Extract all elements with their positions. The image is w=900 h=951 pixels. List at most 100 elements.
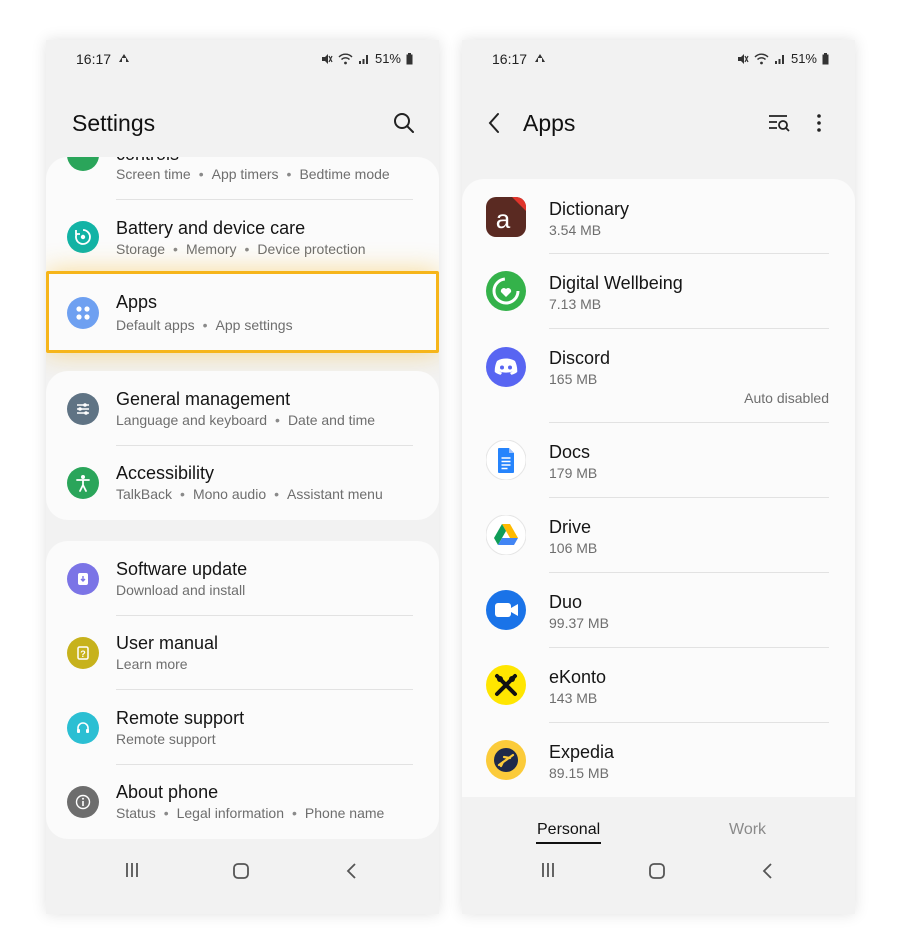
battery-percent: 51% (790, 51, 817, 66)
duo-icon (486, 590, 526, 630)
settings-item-remote-support[interactable]: Remote support Remote support (46, 690, 439, 765)
settings-item-subtitle: Screen time • App timers • Bedtime mode (116, 166, 390, 182)
app-row-ekonto[interactable]: eKonto 143 MB (462, 648, 855, 723)
tab-personal[interactable]: Personal (537, 821, 600, 839)
software-update-icon (67, 563, 99, 595)
svg-text:?: ? (80, 649, 86, 659)
status-time: 16:17 (76, 51, 112, 67)
battery-percent: 51% (374, 51, 401, 66)
settings-item-subtitle: Language and keyboard • Date and time (116, 412, 376, 428)
notification-icon (119, 54, 129, 62)
headset-icon (67, 712, 99, 744)
settings-item-subtitle: Default apps • App settings (116, 317, 293, 333)
apps-icon (67, 297, 99, 329)
settings-item-subtitle: Status • Legal information • Phone name (116, 805, 385, 821)
wifi-icon (338, 53, 353, 64)
app-size: 106 MB (549, 540, 598, 556)
settings-card-2: General management Language and keyboard… (46, 371, 439, 520)
navigation-bar (46, 840, 439, 914)
expedia-icon (486, 740, 526, 780)
settings-item-label: Software update (116, 559, 248, 579)
settings-item-subtitle: Remote support (116, 731, 216, 747)
battery-care-icon (67, 221, 99, 253)
app-status-note: Auto disabled (744, 390, 829, 406)
user-manual-icon: ? (67, 637, 99, 669)
app-name: Discord (549, 348, 611, 368)
settings-item-label: Remote support (116, 708, 245, 728)
home-icon[interactable] (232, 862, 250, 880)
signal-icon (358, 54, 368, 64)
settings-item-battery[interactable]: Battery and device care Storage • Memory • D… (46, 200, 439, 275)
settings-item-subtitle: TalkBack • Mono audio • Assistant menu (116, 486, 383, 502)
status-time: 16:17 (492, 51, 528, 67)
settings-item-label: General management (116, 389, 291, 409)
navigation-bar (462, 840, 855, 914)
app-size: 7.13 MB (549, 296, 602, 312)
page-title: Apps (523, 110, 576, 136)
app-row-duo[interactable]: Duo 99.37 MB (462, 573, 855, 648)
info-icon (67, 786, 99, 818)
app-name: Drive (549, 517, 592, 537)
docs-icon (486, 440, 526, 480)
settings-item-controls[interactable]: controls Screen time•App timers•Bedtime … (46, 157, 439, 200)
app-name: Docs (549, 442, 591, 462)
settings-item-user-manual[interactable]: ? User manual Learn more (46, 616, 439, 690)
apps-screen: 16:17 51% Apps a Dictionary 3.54 MB Digi… (462, 40, 855, 914)
settings-item-accessibility[interactable]: Accessibility TalkBack • Mono audio • Assist… (46, 446, 439, 520)
discord-icon (486, 347, 526, 387)
settings-item-label: User manual (116, 633, 219, 653)
filter-search-icon[interactable] (767, 113, 791, 133)
app-size: 143 MB (549, 690, 598, 706)
dictionary-icon: a (486, 197, 526, 237)
mute-icon (737, 53, 749, 64)
status-bar: 16:17 51% (462, 40, 855, 78)
settings-item-about-phone[interactable]: About phone Status • Legal information • Pho… (46, 765, 439, 839)
more-options-icon[interactable] (815, 113, 823, 133)
app-size: 165 MB (549, 371, 598, 387)
digital-wellbeing-icon (67, 157, 99, 171)
back-nav-icon[interactable] (345, 862, 357, 880)
battery-icon (406, 52, 413, 64)
app-row-dictionary[interactable]: a Dictionary 3.54 MB (462, 179, 855, 254)
app-name: Dictionary (549, 199, 630, 219)
search-icon[interactable] (393, 112, 415, 134)
settings-item-apps[interactable]: Apps Default apps • App settings (46, 271, 439, 353)
settings-item-subtitle: Download and install (116, 582, 246, 598)
settings-card-3: Software update Download and install ? U… (46, 541, 439, 839)
signal-icon (774, 54, 784, 64)
drive-icon (486, 515, 526, 555)
svg-text:a: a (496, 204, 511, 234)
app-name: Digital Wellbeing (549, 273, 683, 293)
app-row-expedia[interactable]: Expedia 89.15 MB (462, 723, 855, 797)
settings-screen: 16:17 51% Settings controls Screen time•… (46, 40, 439, 914)
settings-item-label: Battery and device care (116, 218, 306, 238)
back-arrow-icon[interactable] (487, 112, 501, 134)
settings-item-subtitle: Storage • Memory • Device protection (116, 241, 366, 257)
app-size: 3.54 MB (549, 222, 602, 238)
settings-item-general-management[interactable]: General management Language and keyboard… (46, 371, 439, 446)
recent-apps-icon[interactable] (124, 862, 140, 878)
app-size: 99.37 MB (549, 615, 609, 631)
status-bar: 16:17 51% (46, 40, 439, 78)
page-title: Settings (72, 110, 156, 136)
app-name: Duo (549, 592, 583, 612)
battery-icon (822, 52, 829, 64)
back-nav-icon[interactable] (761, 862, 773, 880)
app-name: eKonto (549, 667, 607, 687)
home-icon[interactable] (648, 862, 666, 880)
settings-item-label: Accessibility (116, 463, 215, 483)
app-row-digital-wellbeing[interactable]: Digital Wellbeing 7.13 MB (462, 254, 855, 329)
app-size: 179 MB (549, 465, 598, 481)
app-row-docs[interactable]: Docs 179 MB (462, 423, 855, 498)
tab-work[interactable]: Work (729, 821, 766, 839)
digital-wellbeing-icon (486, 271, 526, 311)
settings-item-label: controls (116, 157, 179, 165)
notification-icon (535, 54, 545, 62)
settings-item-software-update[interactable]: Software update Download and install (46, 541, 439, 616)
recent-apps-icon[interactable] (540, 862, 556, 878)
app-row-discord[interactable]: Discord 165 MB Auto disabled (462, 329, 855, 423)
apps-list: a Dictionary 3.54 MB Digital Wellbeing 7… (462, 179, 855, 797)
sliders-icon (67, 393, 99, 425)
app-row-drive[interactable]: Drive 106 MB (462, 498, 855, 573)
app-size: 89.15 MB (549, 765, 609, 781)
